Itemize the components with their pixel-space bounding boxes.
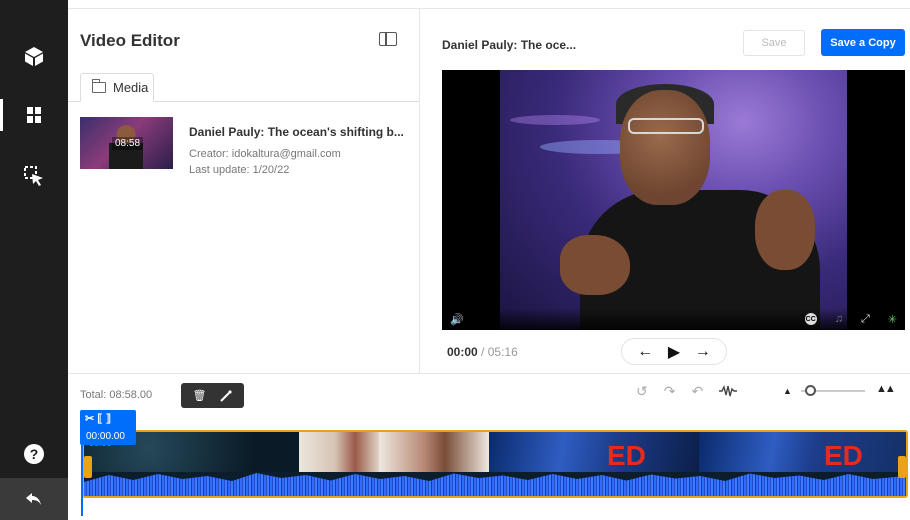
clip-trim-handle-right[interactable]	[898, 456, 906, 478]
thumbnail-duration: 08:58	[112, 137, 144, 150]
reset-icon[interactable]: ↺	[636, 383, 648, 400]
play-icon[interactable]: ▶	[668, 342, 680, 362]
zoom-out-icon[interactable]: ▲	[783, 386, 792, 396]
undo-icon[interactable]: ↶	[691, 383, 703, 400]
video-frame	[500, 70, 847, 330]
select-cursor-icon	[24, 166, 43, 186]
split-icon	[27, 107, 41, 123]
select-cursor-button[interactable]	[0, 152, 68, 200]
clip-frame	[379, 432, 489, 472]
media-last-update: Last update: 1/20/22	[189, 164, 290, 176]
trim-toolbar: 🗑	[181, 383, 244, 408]
video-player[interactable]: 🔊 CC ♫ ⤢ ✳	[442, 70, 905, 330]
audio-waveform-icon[interactable]	[719, 385, 738, 397]
clip-frame: ED	[699, 432, 906, 472]
step-back-icon[interactable]: ←	[637, 343, 653, 361]
player-control-bar: 🔊 CC ♫ ⤢ ✳	[442, 308, 905, 330]
split-button[interactable]	[0, 91, 68, 139]
timeline-tools: ↺ ↷ ↶	[636, 381, 738, 401]
ted-logo: ED	[824, 440, 863, 471]
playhead-line[interactable]	[81, 440, 83, 516]
time-separator: /	[481, 345, 485, 359]
undo-arrow-icon	[26, 493, 41, 505]
media-panel: Video Editor Media 08:58 Daniel Pauly: T…	[68, 9, 420, 373]
split-scissors-icon[interactable]: ✂⟦⟧	[85, 412, 114, 425]
box-button[interactable]	[0, 32, 68, 80]
zoom-control: ▲ ▲▲	[783, 383, 898, 399]
ted-logo: ED	[607, 440, 646, 471]
media-creator: Creator: idokaltura@gmail.com	[189, 148, 341, 160]
clip-trim-handle-left[interactable]	[84, 456, 92, 478]
transport-controls: ← ▶ →	[621, 338, 727, 365]
audio-waveform	[84, 472, 906, 496]
time-readout: 00:00 / 05:16	[447, 345, 518, 359]
timeline-clip[interactable]: 00:00 ED ED	[82, 430, 908, 498]
folder-icon	[91, 79, 106, 93]
media-list-item[interactable]: 08:58 Daniel Pauly: The ocean's shifting…	[80, 117, 410, 177]
timeline-total: Total: 08:58.00	[80, 389, 153, 401]
undo-back-button[interactable]	[0, 478, 68, 520]
preview-panel: Daniel Pauly: The oce... Save Save a Cop…	[421, 9, 910, 373]
playhead-time: 00:00.00	[86, 431, 125, 442]
save-a-copy-button[interactable]: Save a Copy	[821, 29, 905, 56]
total-time: 05:16	[487, 345, 518, 359]
timeline-divider	[68, 373, 910, 374]
colors-icon[interactable]: ✳	[888, 313, 897, 326]
save-button[interactable]: Save	[743, 30, 805, 56]
volume-icon[interactable]: 🔊	[450, 313, 464, 326]
panel-toggle-icon[interactable]	[379, 32, 397, 46]
redo-icon[interactable]: ↷	[664, 383, 676, 400]
zoom-in-icon[interactable]: ▲▲	[876, 383, 896, 395]
playhead[interactable]: ✂⟦⟧ 00:00.00	[80, 410, 136, 445]
media-name: Daniel Pauly: The ocean's shifting b...	[189, 125, 404, 139]
tab-media[interactable]: Media	[80, 73, 154, 102]
closed-captions-icon[interactable]: CC	[804, 313, 817, 325]
clip-frame	[299, 432, 379, 472]
music-icon[interactable]: ♫	[835, 313, 843, 325]
wand-icon[interactable]	[220, 389, 233, 402]
help-icon: ?	[24, 444, 44, 464]
current-time: 00:00	[447, 345, 478, 359]
zoom-slider-thumb[interactable]	[804, 385, 816, 396]
clip-frame: ED	[489, 432, 699, 472]
delete-icon[interactable]: 🗑	[193, 389, 207, 402]
tab-media-label: Media	[113, 80, 149, 95]
page-title: Video Editor	[80, 31, 180, 50]
media-thumbnail[interactable]: 08:58	[80, 117, 173, 169]
help-button[interactable]: ?	[0, 430, 68, 478]
fullscreen-icon[interactable]: ⤢	[861, 313, 870, 326]
left-rail: ?	[0, 0, 68, 520]
box-icon	[25, 47, 43, 66]
step-forward-icon[interactable]: →	[695, 343, 711, 361]
video-title: Daniel Pauly: The oce...	[442, 38, 577, 52]
